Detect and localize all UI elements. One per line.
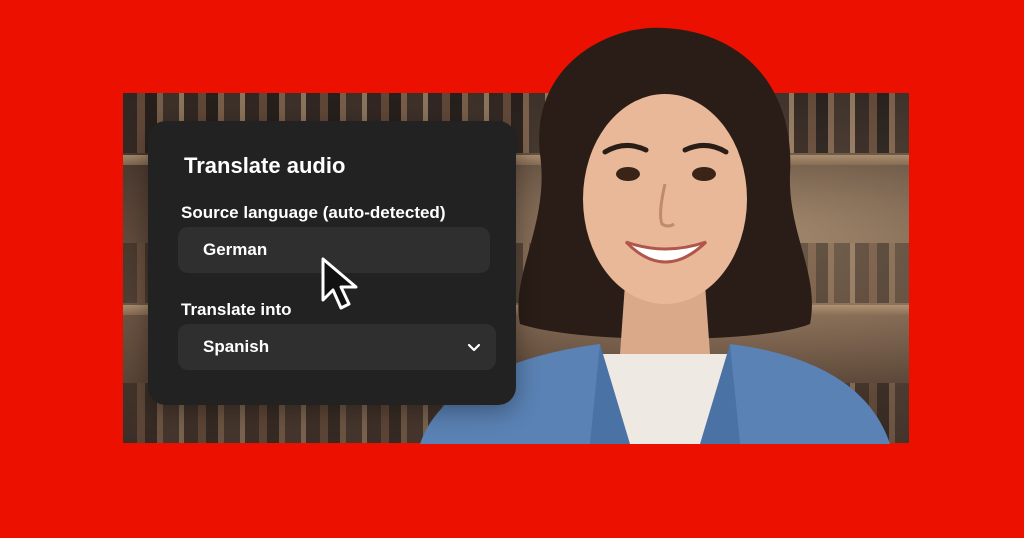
source-language-value: German — [203, 240, 268, 259]
promo-banner: Translate audio Source language (auto-de… — [0, 0, 1024, 538]
chevron-down-icon[interactable] — [466, 339, 482, 355]
translate-into-value: Spanish — [203, 337, 270, 356]
translate-into-label: Translate into — [181, 300, 292, 319]
mouse-pointer-icon — [321, 257, 358, 310]
source-language-label: Source language (auto-detected) — [181, 203, 446, 222]
translate-into-dropdown[interactable]: Spanish — [178, 324, 496, 370]
dialog-title: Translate audio — [184, 153, 346, 178]
